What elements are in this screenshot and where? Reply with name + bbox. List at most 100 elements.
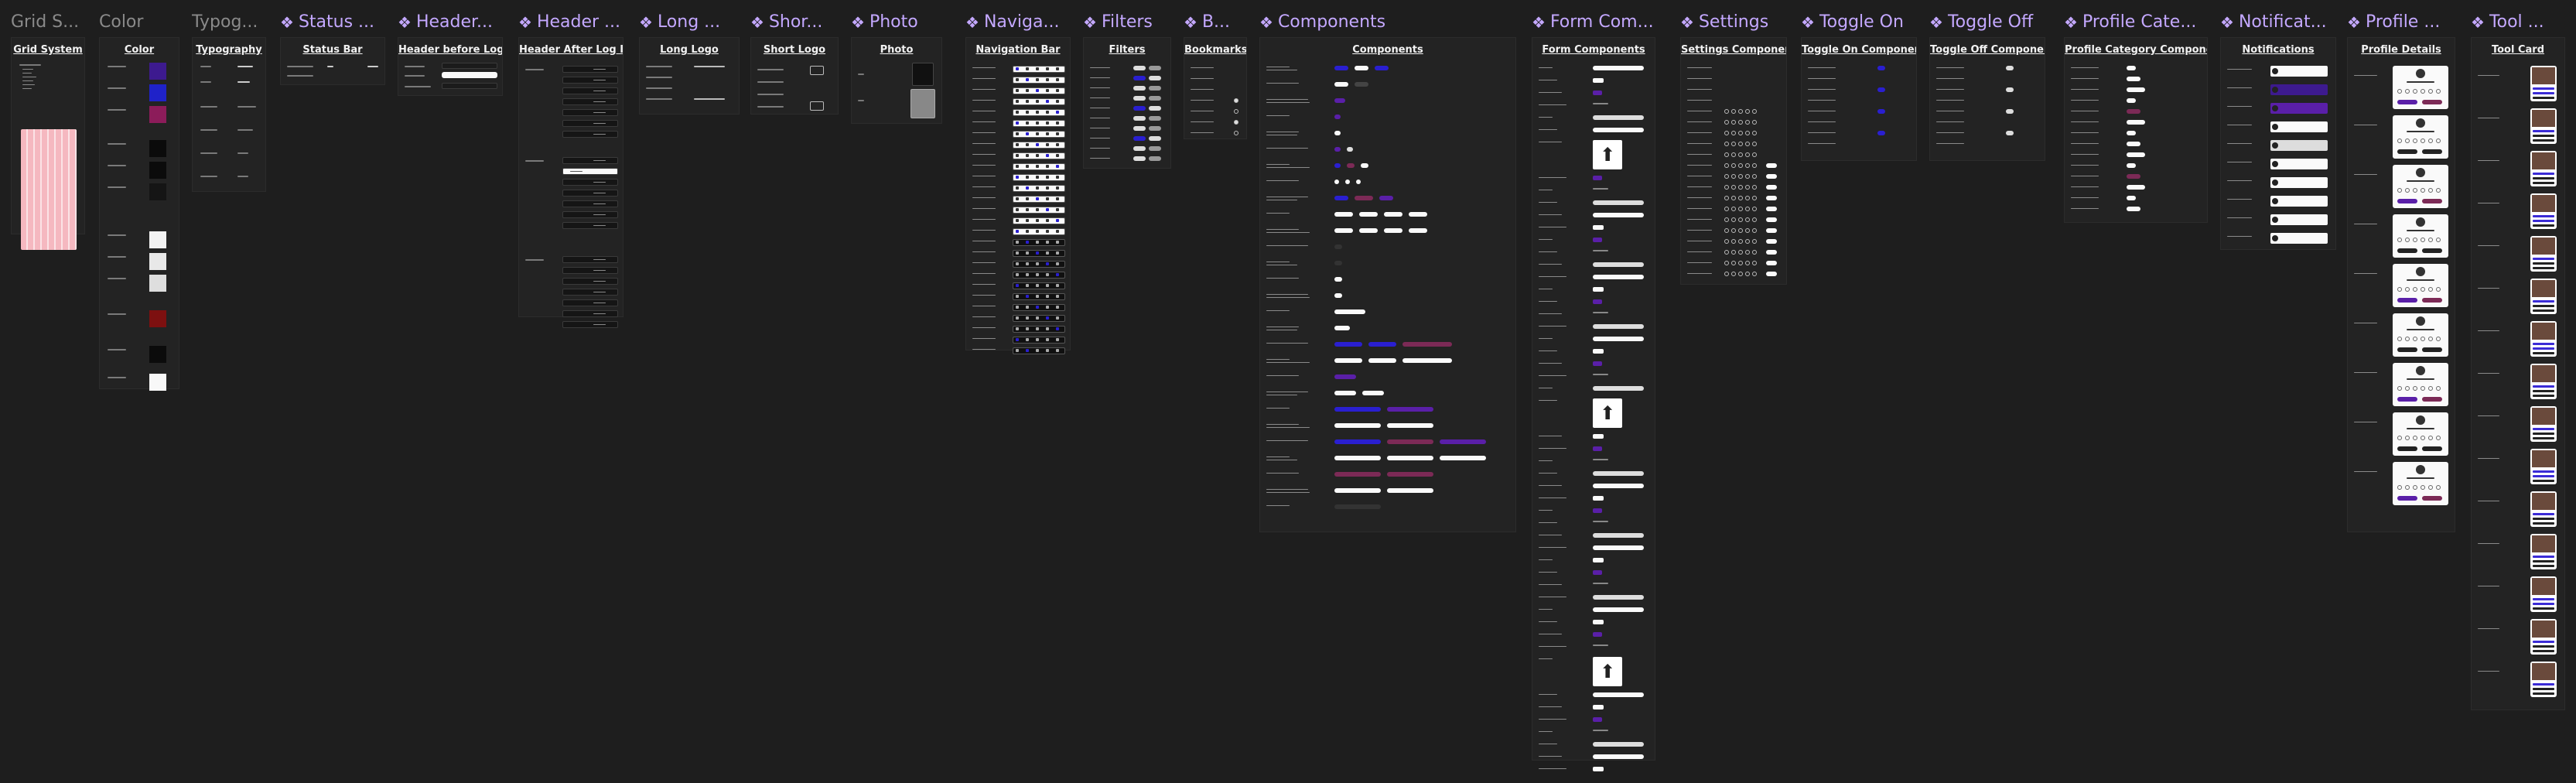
frame-settings[interactable]: Settings Components <box>1680 37 1787 285</box>
profile-card[interactable] <box>2393 264 2448 307</box>
profile-card[interactable] <box>2393 66 2448 109</box>
component-button[interactable] <box>1334 66 1348 70</box>
component-button[interactable] <box>1334 147 1341 152</box>
category-chip[interactable] <box>2127 120 2145 125</box>
section-label-status-bar[interactable]: ❖ Status ... <box>280 11 381 34</box>
color-swatch[interactable] <box>149 106 166 123</box>
section-label-bookmarks[interactable]: ❖ B... <box>1184 11 1238 34</box>
component-button[interactable] <box>1359 228 1378 233</box>
text-input[interactable] <box>1593 128 1644 132</box>
category-chip[interactable] <box>2127 98 2136 103</box>
header-variant[interactable] <box>562 190 618 197</box>
setting-option-icon[interactable] <box>1731 217 1736 222</box>
profile-action-button[interactable] <box>2422 199 2442 203</box>
tool-card[interactable] <box>2530 236 2557 272</box>
design-canvas[interactable]: Grid S... Color Typog... ❖ Status ... ❖ He… <box>0 0 2576 783</box>
setting-option-icon[interactable] <box>1738 207 1743 211</box>
setting-option-icon[interactable] <box>1738 152 1743 157</box>
setting-option-icon[interactable] <box>1738 131 1743 135</box>
frame-toggle-on[interactable]: Toggle On Components <box>1801 37 1917 161</box>
notification-item[interactable] <box>2270 214 2328 225</box>
tool-card[interactable] <box>2530 662 2557 697</box>
setting-option-icon[interactable] <box>1724 174 1729 179</box>
setting-option-icon[interactable] <box>1752 228 1757 233</box>
category-chip[interactable] <box>2127 66 2136 70</box>
tool-card-button[interactable] <box>2533 305 2554 307</box>
section-label-toggle-off[interactable]: ❖ Toggle Off <box>1929 11 2045 34</box>
tool-card-button[interactable] <box>2533 437 2554 439</box>
section-label-short-logo[interactable]: ❖ Shor... <box>750 11 828 34</box>
setting-option-icon[interactable] <box>1724 250 1729 255</box>
tool-card-button[interactable] <box>2533 390 2554 392</box>
header-variant[interactable] <box>562 98 618 105</box>
profile-card[interactable] <box>2393 412 2448 456</box>
section-label-typography[interactable]: Typog... <box>192 11 266 34</box>
section-label-color[interactable]: Color <box>99 11 169 34</box>
text-input[interactable] <box>1593 742 1644 747</box>
component-button[interactable] <box>1384 212 1402 217</box>
frame-notifications[interactable]: Notifications <box>2220 37 2336 250</box>
component-button[interactable] <box>1368 358 1396 363</box>
filter-chip[interactable] <box>1133 126 1146 131</box>
component-button[interactable] <box>1402 342 1452 347</box>
setting-option-icon[interactable] <box>1752 109 1757 114</box>
filter-chip[interactable] <box>1149 66 1161 70</box>
header-variant[interactable] <box>562 66 618 73</box>
profile-action-button[interactable] <box>2397 100 2417 104</box>
filter-chip[interactable] <box>1149 156 1161 161</box>
setting-option-icon[interactable] <box>1731 272 1736 276</box>
setting-option-icon[interactable] <box>1745 196 1750 200</box>
filter-chip[interactable] <box>1149 136 1161 141</box>
section-label-settings[interactable]: ❖ Settings <box>1680 11 1773 34</box>
setting-option-icon[interactable] <box>1738 142 1743 146</box>
setting-option-icon[interactable] <box>1724 207 1729 211</box>
toggle-switch[interactable] <box>1877 131 1885 135</box>
component-button[interactable] <box>1379 196 1393 200</box>
setting-toggle[interactable] <box>1766 217 1777 222</box>
setting-option-icon[interactable] <box>1745 152 1750 157</box>
header-variant[interactable] <box>562 321 618 328</box>
profile-card[interactable] <box>2393 214 2448 258</box>
category-chip[interactable] <box>2127 142 2140 146</box>
frame-profile-category[interactable]: Profile Category Components <box>2064 37 2208 223</box>
tool-card-button[interactable] <box>2533 220 2554 222</box>
frame-header-before[interactable]: Header before Log In <box>398 37 503 96</box>
notification-item[interactable] <box>2270 233 2328 244</box>
component-button[interactable] <box>1387 423 1433 428</box>
filter-chip[interactable] <box>1133 106 1146 111</box>
filter-chip[interactable] <box>1133 66 1146 70</box>
header-variant[interactable] <box>562 299 618 306</box>
setting-option-icon[interactable] <box>1745 217 1750 222</box>
setting-toggle[interactable] <box>1766 272 1777 276</box>
setting-option-icon[interactable] <box>1724 131 1729 135</box>
section-label-header-before[interactable]: ❖ Header... <box>398 11 498 34</box>
component-button[interactable] <box>1334 196 1348 200</box>
component-button[interactable] <box>1355 196 1373 200</box>
section-label-components[interactable]: ❖ Components <box>1259 11 1399 34</box>
setting-option-icon[interactable] <box>1724 142 1729 146</box>
toggle-switch[interactable] <box>2006 131 2014 135</box>
section-label-toggle-on[interactable]: ❖ Toggle On <box>1801 11 1917 34</box>
setting-option-icon[interactable] <box>1731 250 1736 255</box>
color-swatch[interactable] <box>149 63 166 80</box>
text-input[interactable] <box>1593 692 1644 697</box>
header-variant[interactable] <box>562 77 618 84</box>
frame-profile-details[interactable]: Profile Details <box>2347 37 2455 532</box>
setting-option-icon[interactable] <box>1731 152 1736 157</box>
tool-card-button[interactable] <box>2533 352 2554 354</box>
frame-grid-system[interactable]: Grid System <box>11 37 85 250</box>
setting-toggle[interactable] <box>1766 185 1777 190</box>
photo-thumbnail[interactable] <box>912 63 934 86</box>
component-button[interactable] <box>1402 358 1452 363</box>
header-variant[interactable] <box>562 120 618 127</box>
tool-card-button[interactable] <box>2533 224 2554 227</box>
setting-option-icon[interactable] <box>1724 261 1729 265</box>
component-button[interactable] <box>1368 342 1396 347</box>
header-variant[interactable] <box>562 211 618 218</box>
component-button[interactable] <box>1334 82 1348 87</box>
small-input[interactable] <box>1593 558 1604 562</box>
profile-action-button[interactable] <box>2422 100 2442 104</box>
text-input[interactable] <box>1593 533 1644 538</box>
tool-card[interactable] <box>2530 491 2557 527</box>
category-chip[interactable] <box>2127 185 2145 190</box>
